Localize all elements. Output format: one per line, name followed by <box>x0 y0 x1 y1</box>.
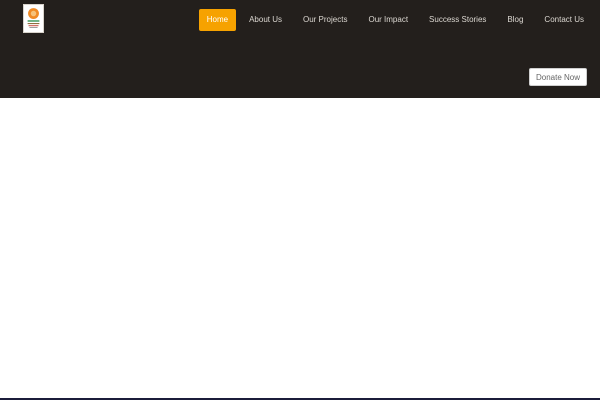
donate-button[interactable]: Donate Now <box>529 68 587 86</box>
nav-item-success-stories[interactable]: Success Stories <box>421 9 494 31</box>
site-header: Home About Us Our Projects Our Impact Su… <box>0 0 600 98</box>
nav-item-our-impact[interactable]: Our Impact <box>360 9 416 31</box>
page: Home About Us Our Projects Our Impact Su… <box>0 0 600 400</box>
site-logo[interactable] <box>23 4 44 33</box>
nav-item-blog[interactable]: Blog <box>499 9 531 31</box>
nav-item-about-us[interactable]: About Us <box>241 9 290 31</box>
nav-item-our-projects[interactable]: Our Projects <box>295 9 355 31</box>
main-nav: Home About Us Our Projects Our Impact Su… <box>194 9 592 31</box>
nav-item-contact-us[interactable]: Contact Us <box>536 9 592 31</box>
nav-item-home[interactable]: Home <box>198 9 237 31</box>
organization-logo-icon <box>27 8 40 28</box>
main-content <box>0 98 600 398</box>
